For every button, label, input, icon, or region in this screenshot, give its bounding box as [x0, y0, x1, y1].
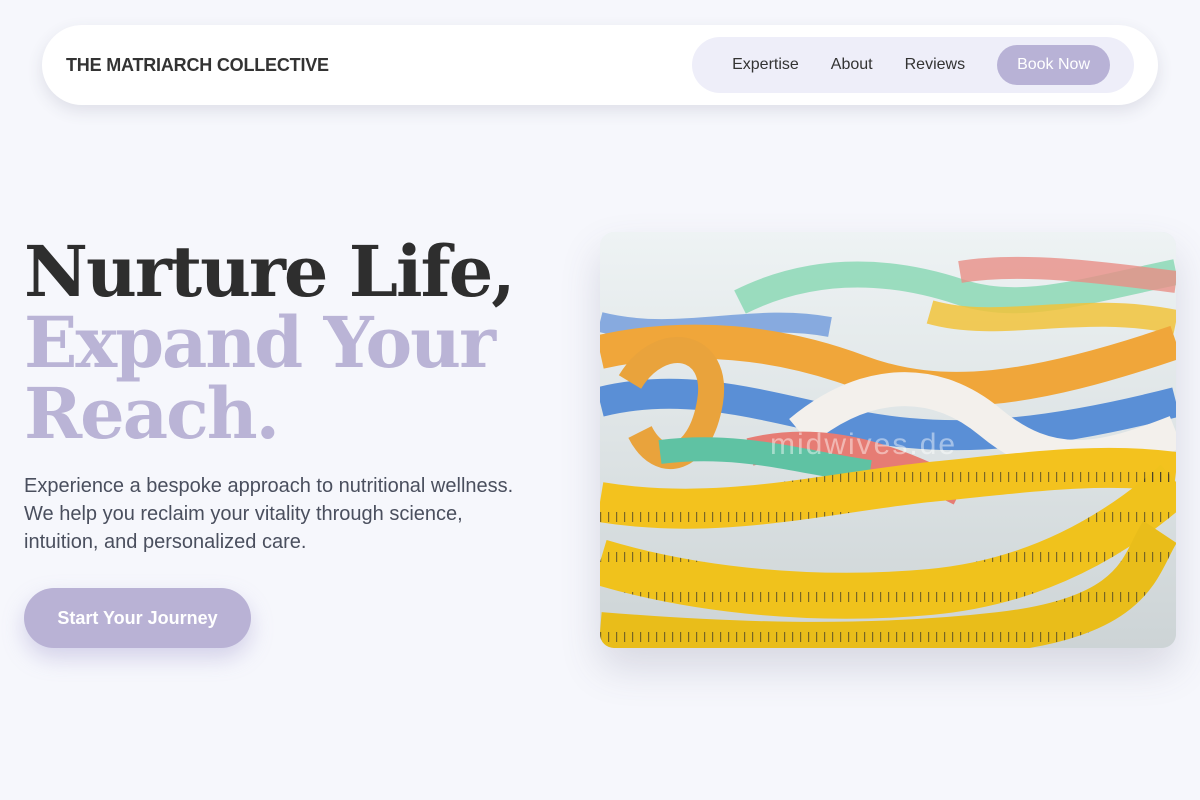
- hero-title: Nurture Life, Expand Your Reach.: [24, 230, 516, 455]
- top-navbar: THE MATRIARCH COLLECTIVE Expertise About…: [42, 25, 1158, 105]
- brand-logo-text[interactable]: THE MATRIARCH COLLECTIVE: [66, 55, 329, 76]
- nav-link-expertise[interactable]: Expertise: [716, 56, 815, 74]
- nav-link-about[interactable]: About: [815, 56, 889, 74]
- hero-title-line-1: Nurture Life,: [24, 230, 516, 313]
- hero-title-line-2: Expand Your: [24, 301, 496, 384]
- hero-subtitle: Experience a bespoke approach to nutriti…: [24, 475, 514, 553]
- hero-image-measuring-tapes: midwives.de: [600, 232, 1176, 648]
- start-journey-button[interactable]: Start Your Journey: [24, 588, 251, 648]
- image-watermark: midwives.de: [770, 428, 958, 461]
- nav-link-reviews[interactable]: Reviews: [889, 56, 981, 74]
- hero-title-line-3: Reach.: [24, 372, 280, 455]
- book-now-button[interactable]: Book Now: [997, 45, 1110, 85]
- nav-menu: Expertise About Reviews Book Now: [692, 37, 1134, 93]
